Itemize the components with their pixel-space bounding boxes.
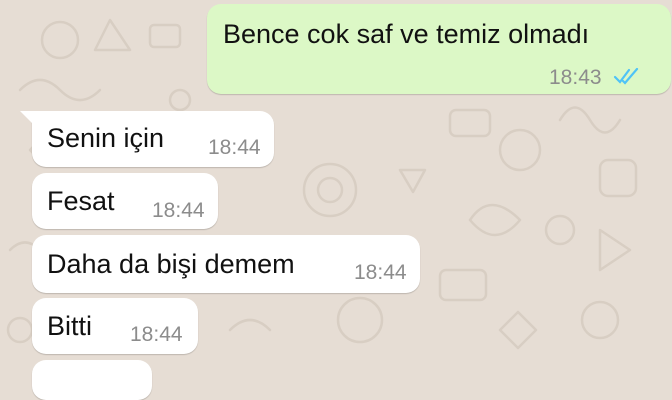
incoming-message-bubble[interactable]: Daha da bişi demem 18:44 <box>32 235 420 293</box>
message-text: Bence cok saf ve temiz olmadı <box>223 19 590 49</box>
incoming-message-bubble[interactable]: Senin için 18:44 <box>20 111 274 167</box>
incoming-message-bubble[interactable]: Fesat 18:44 <box>32 173 218 229</box>
message-timestamp: 18:44 <box>130 323 183 346</box>
chat-conversation: Bence cok saf ve temiz olmadı 18:43 Seni… <box>0 0 672 400</box>
message-timestamp: 18:43 <box>549 66 602 89</box>
double-check-icon <box>613 67 639 85</box>
message-timestamp: 18:44 <box>152 199 205 222</box>
incoming-message-bubble[interactable]: Bitti 18:44 <box>32 298 198 354</box>
message-text: Senin için <box>47 123 165 153</box>
bubble-tail <box>20 111 34 125</box>
incoming-message-bubble-partial[interactable] <box>32 360 152 400</box>
message-text: Daha da bişi demem <box>47 249 295 279</box>
message-timestamp: 18:44 <box>354 261 407 284</box>
message-text: Bitti <box>47 311 93 341</box>
message-text: Fesat <box>47 186 115 216</box>
outgoing-message-bubble[interactable]: Bence cok saf ve temiz olmadı 18:43 <box>207 4 671 94</box>
message-timestamp: 18:44 <box>208 136 261 159</box>
